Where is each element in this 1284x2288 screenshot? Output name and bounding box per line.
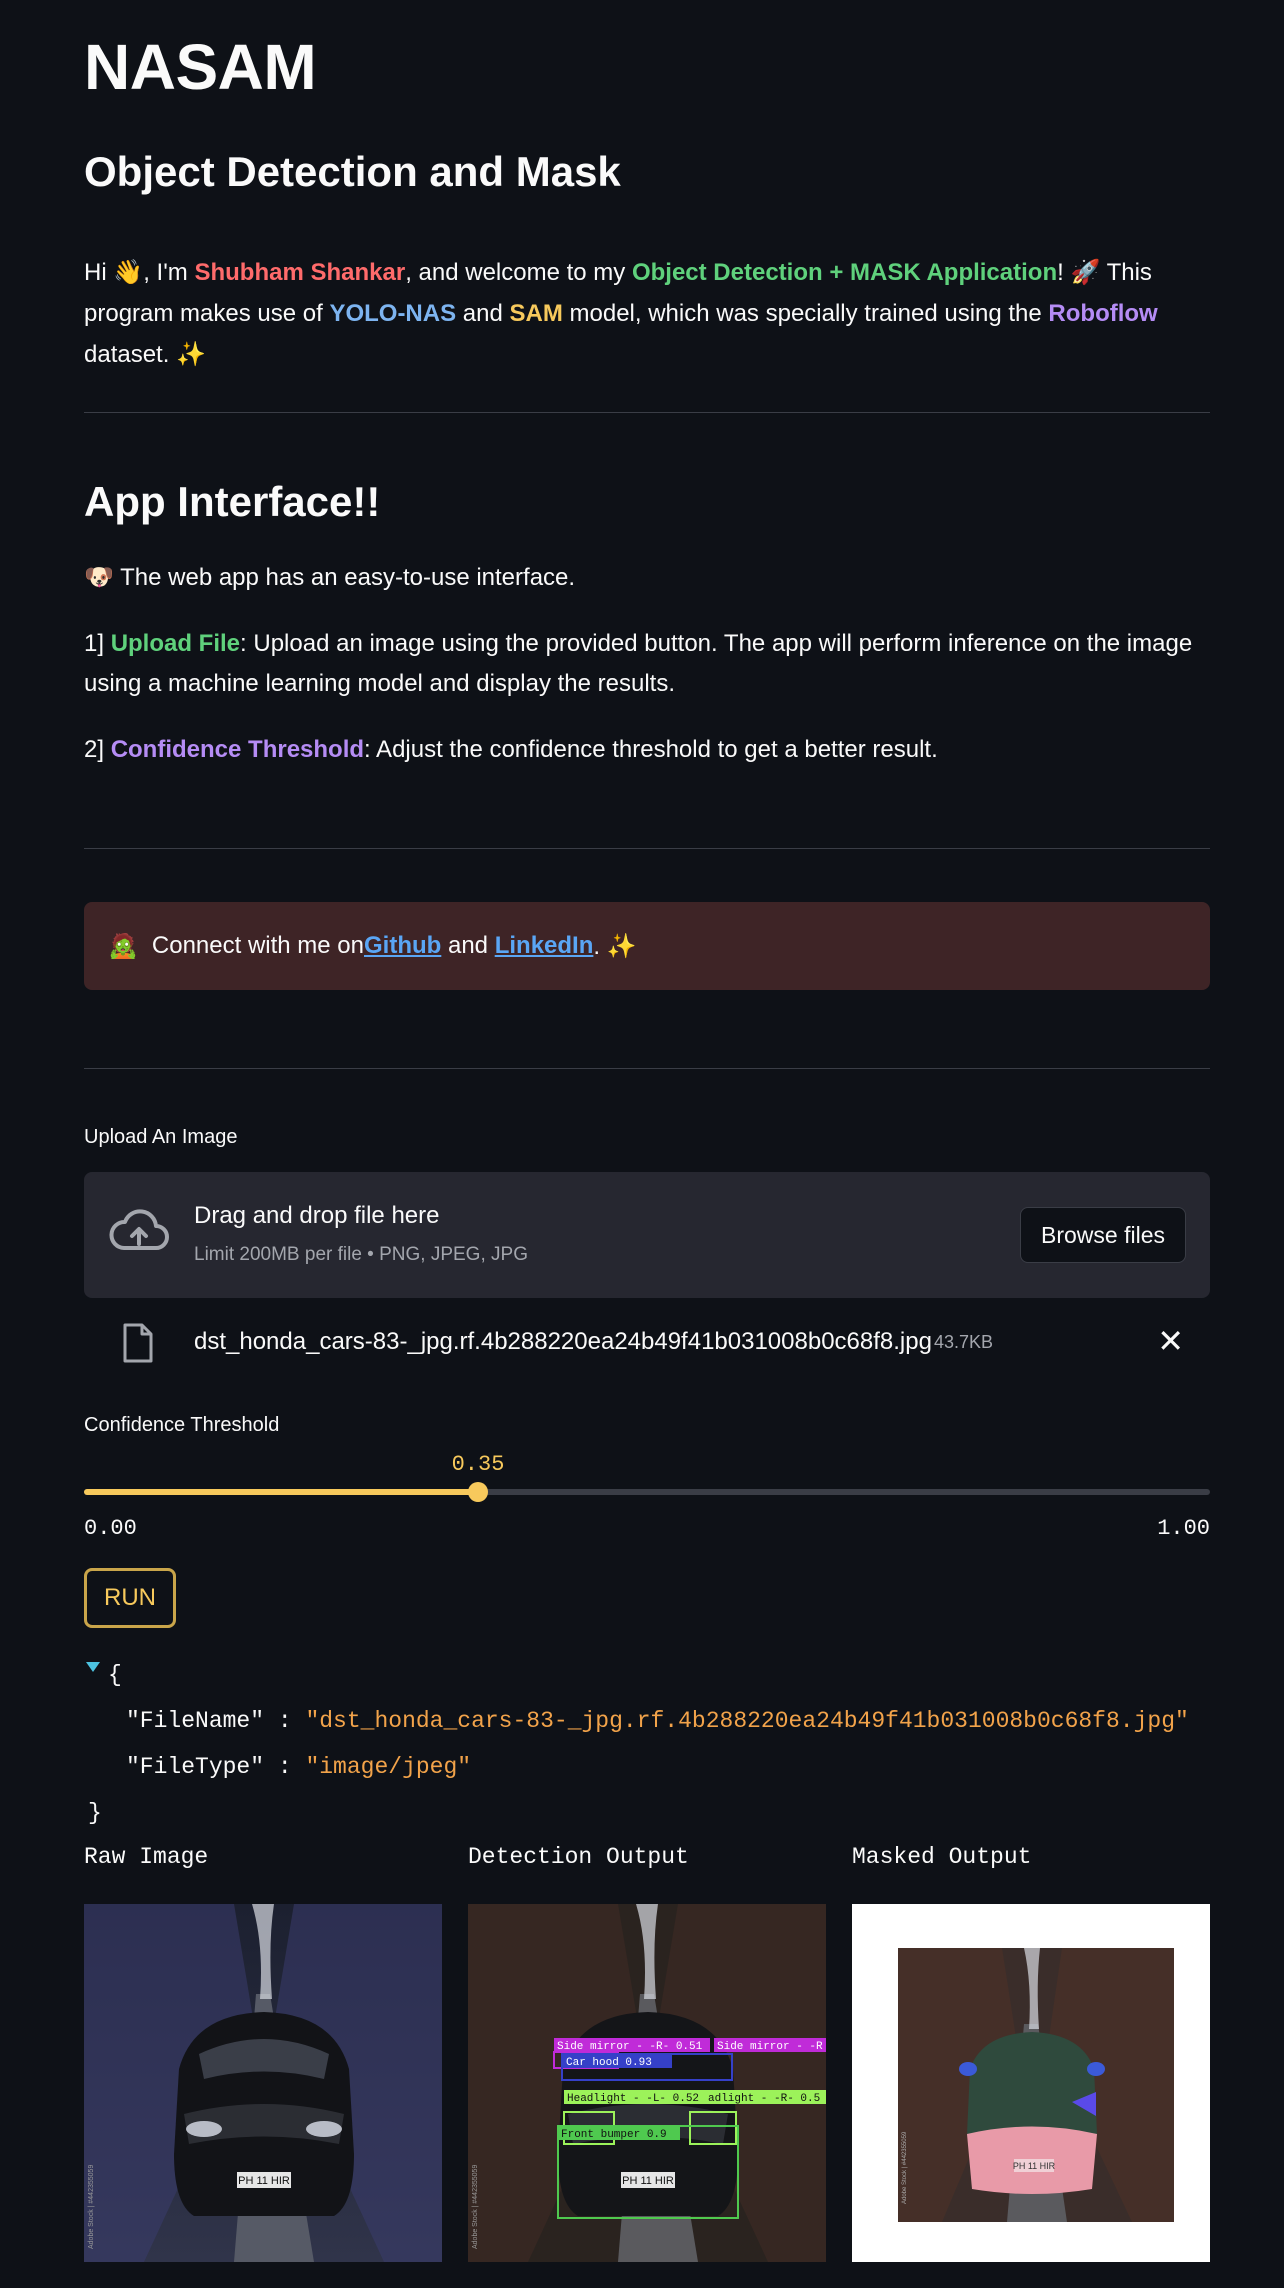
zombie-icon: 🧟 xyxy=(108,932,138,960)
intro-paragraph: Hi 👋, I'm Shubham Shankar, and welcome t… xyxy=(84,259,1158,368)
watermark-text: Adobe Stock | #442355059 xyxy=(902,2131,908,2204)
divider xyxy=(84,412,1210,413)
masked-output-image: PH 11 HIR Adobe Stock | #442355059 xyxy=(852,1904,1210,2262)
detection-label: Car hood 0.93 xyxy=(566,2057,652,2069)
close-icon[interactable]: ✕ xyxy=(1157,1322,1184,1360)
detection-label: Front bumper 0.9 xyxy=(561,2129,667,2141)
interface-item-1: 1] Upload File: Upload an image using th… xyxy=(84,630,1193,697)
divider xyxy=(84,1068,1210,1069)
masked-output-label: Masked Output xyxy=(852,1844,1032,1870)
file-dropzone[interactable]: Drag and drop file here Limit 200MB per … xyxy=(84,1172,1210,1298)
model-sam: SAM xyxy=(509,300,563,327)
raw-image-label: Raw Image xyxy=(84,1844,209,1870)
cloud-upload-icon xyxy=(109,1209,169,1250)
plate-text: PH 11 HIR xyxy=(622,2175,674,2187)
confidence-label: Confidence Threshold xyxy=(84,1414,280,1436)
detection-label: adlight - -R- 0.5 xyxy=(708,2093,820,2105)
confidence-slider[interactable] xyxy=(84,1482,1210,1502)
author-name: Shubham Shankar xyxy=(194,259,406,286)
model-yolo: YOLO-NAS xyxy=(329,300,457,327)
detection-output-label: Detection Output xyxy=(468,1844,689,1870)
github-link[interactable]: Github xyxy=(364,932,441,960)
detection-label: Side mirror - -R xyxy=(717,2041,823,2053)
dropzone-title: Drag and drop file here xyxy=(194,1202,440,1229)
raw-image: PH 11 HIR Adobe Stock | #442355059 xyxy=(84,1904,442,2262)
interface-desc: 🐶 The web app has an easy-to-use interfa… xyxy=(84,564,576,591)
json-viewer: { "FileName" : "dst_honda_cars-83-_jpg.r… xyxy=(84,1652,1189,1836)
page-subtitle: Object Detection and Mask xyxy=(84,148,621,195)
browse-files-button[interactable]: Browse files xyxy=(1020,1207,1186,1263)
slider-fill xyxy=(84,1489,478,1495)
linkedin-link[interactable]: LinkedIn xyxy=(495,932,594,960)
upload-label: Upload An Image xyxy=(84,1126,238,1148)
uploaded-file-row: dst_honda_cars-83-_jpg.rf.4b288220ea24b4… xyxy=(84,1316,1210,1372)
connect-alert: 🧟 Connect with me on Github and LinkedIn… xyxy=(84,902,1210,990)
plate-text: PH 11 HIR xyxy=(238,2175,290,2187)
detection-label: Headlight - -L- 0.52 xyxy=(567,2093,699,2105)
json-row: "FileType" : "image/jpeg" xyxy=(126,1754,472,1780)
dataset-name: Roboflow xyxy=(1048,300,1158,327)
detection-output-image: PH 11 HIR Adobe Stock | #442355059 Side … xyxy=(468,1904,826,2262)
slider-min: 0.00 xyxy=(84,1516,137,1541)
file-icon xyxy=(123,1323,153,1363)
file-name: dst_honda_cars-83-_jpg.rf.4b288220ea24b4… xyxy=(194,1328,932,1355)
app-title: NASAM xyxy=(84,31,317,103)
watermark-text: Adobe Stock | #442355059 xyxy=(472,2165,479,2249)
app-name: Object Detection + MASK Application xyxy=(631,259,1058,286)
run-button[interactable]: RUN xyxy=(84,1568,176,1628)
interface-item-2: 2] Confidence Threshold: Adjust the conf… xyxy=(84,736,938,763)
dropzone-limit: Limit 200MB per file • PNG, JPEG, JPG xyxy=(194,1244,528,1265)
file-size: 43.7KB xyxy=(934,1332,994,1352)
slider-value: 0.35 xyxy=(451,1452,505,1477)
json-row: "FileName" : "dst_honda_cars-83-_jpg.rf.… xyxy=(126,1708,1189,1734)
interface-heading: App Interface!! xyxy=(84,478,381,525)
detection-label: Side mirror - -R- 0.51 xyxy=(557,2041,703,2053)
watermark-text: Adobe Stock | #442355059 xyxy=(88,2165,95,2249)
divider xyxy=(84,848,1210,849)
collapse-toggle-icon[interactable] xyxy=(86,1662,100,1672)
slider-max: 1.00 xyxy=(1157,1516,1210,1541)
slider-thumb[interactable] xyxy=(468,1482,488,1502)
plate-text: PH 11 HIR xyxy=(1013,2161,1056,2171)
